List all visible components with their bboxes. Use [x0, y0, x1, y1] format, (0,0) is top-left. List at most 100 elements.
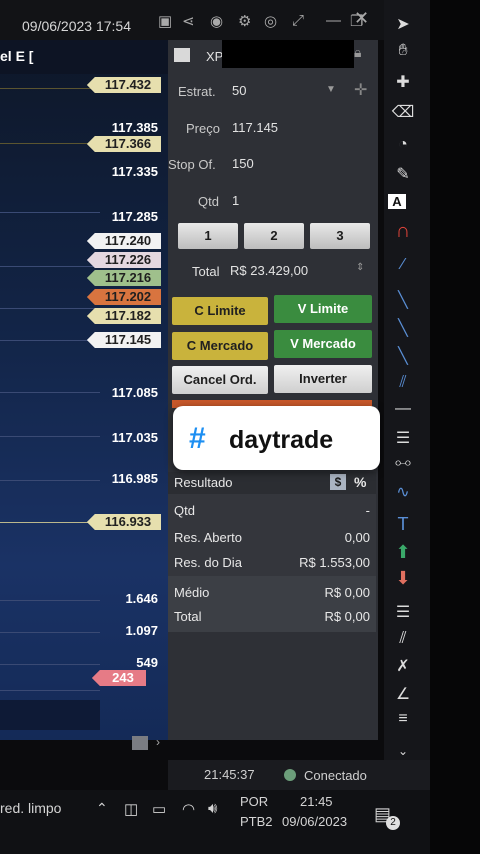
hashtag-overlay: # daytrade [173, 406, 380, 470]
hand-icon[interactable]: ✋︎ [384, 42, 422, 60]
magnet-icon[interactable]: ∩ [384, 220, 422, 243]
qty-2-button[interactable]: 2 [244, 223, 304, 249]
percent-toggle[interactable]: % [354, 474, 366, 490]
price-label: Preço [186, 121, 220, 136]
hash-symbol: # [189, 422, 206, 455]
sell-limit-button[interactable]: V Limite [274, 295, 372, 323]
range-icon[interactable]: ⧟ [384, 454, 422, 472]
tag-pointer [87, 233, 95, 249]
clock-date[interactable]: 09/06/2023 [282, 814, 347, 829]
price-tag: 117.182 [87, 308, 161, 324]
buy-market-button[interactable]: C Mercado [172, 332, 268, 360]
clear-channels-icon[interactable]: ⫽ [384, 630, 422, 648]
price-input[interactable]: 117.145 [232, 120, 278, 135]
scroll-right-icon[interactable]: › [156, 735, 160, 749]
notification-badge: 2 [386, 816, 400, 830]
magnet-icon-timer[interactable]: ◔ [384, 136, 422, 154]
arrow-up-icon[interactable]: ⬆ [384, 542, 422, 563]
chevron-down-icon[interactable]: ▼ [326, 84, 336, 95]
close-icon[interactable]: ✕ [354, 8, 369, 29]
total-label: Total [192, 264, 220, 279]
edit-icon[interactable]: ✎ [384, 164, 422, 184]
wave-icon[interactable]: ∿ [384, 482, 422, 502]
result-row: Res. Aberto 0,00 [174, 530, 370, 545]
volume-label: 1.646 [125, 591, 158, 606]
status-time: 21:45:37 [204, 767, 255, 782]
hashtag-text: daytrade [229, 426, 334, 454]
clear-fibonacci-icon[interactable]: ∠ [384, 684, 422, 704]
horizontal-line-icon[interactable]: — [384, 400, 422, 418]
settings-icon[interactable]: ⚙ [238, 12, 251, 30]
expand-icon[interactable]: ⤢ [292, 12, 304, 29]
tag-pointer [87, 514, 95, 530]
qty-3-button[interactable]: 3 [310, 223, 370, 249]
camera-icon[interactable]: ◎ [264, 12, 277, 30]
record-icon[interactable]: ◉ [210, 12, 223, 30]
sell-market-button[interactable]: V Mercado [274, 330, 372, 358]
screen-icon[interactable]: ▣ [158, 12, 172, 30]
datetime: 09/06/2023 17:54 [22, 18, 131, 34]
buy-limit-button[interactable]: C Limite [172, 297, 268, 325]
minimize-icon[interactable]: — [326, 12, 341, 29]
volume-tag: 243 [92, 670, 146, 686]
ray-icon[interactable]: ╲ [384, 346, 422, 366]
channel-icon[interactable]: ⫽ [384, 374, 422, 392]
battery-icon[interactable]: ▭ [152, 800, 166, 818]
text-style-icon[interactable]: A [388, 194, 406, 209]
tag-pointer [87, 270, 95, 286]
connection-dot-icon [284, 769, 296, 781]
stop-input[interactable]: 150 [232, 156, 254, 171]
strat-select[interactable]: 50 [232, 83, 246, 98]
price-label: 117.285 [111, 209, 158, 224]
strat-label: Estrat. [178, 84, 216, 99]
scroll-square[interactable] [132, 736, 148, 750]
results-panel: Resultado $ % Qtd - Res. Aberto 0,00 Res. … [168, 472, 376, 632]
network-name: red. limpo [0, 800, 62, 816]
list-icon[interactable]: ☰ [384, 602, 422, 622]
eraser-icon[interactable]: ⌫ [384, 102, 422, 122]
arrow-down-icon[interactable]: ⬇ [384, 568, 422, 589]
background-edge [430, 0, 480, 854]
qty-input[interactable]: 1 [232, 193, 239, 208]
result-row: Res. do Dia R$ 1.553,00 [174, 555, 370, 570]
segment-icon[interactable]: ╲ [384, 318, 422, 338]
chevron-up-icon[interactable]: ⌃ [96, 800, 108, 817]
price-label: 117.085 [111, 385, 158, 400]
price-label: 117.385 [111, 120, 158, 135]
fibonacci-icon[interactable]: ☰ [384, 428, 422, 448]
brush-icon[interactable]: ⁄ [384, 256, 422, 274]
crosshair-icon[interactable]: ✚ [384, 72, 422, 92]
language-code[interactable]: POR [240, 794, 268, 809]
order-panel: XP 🔒︎ Estrat. 50 ▼ ✛ Preço 117.145 Stop … [168, 40, 378, 740]
price-label: 117.035 [111, 430, 158, 445]
stepper-icon[interactable]: ⇕ [356, 262, 364, 273]
meet-icon[interactable]: ◫ [124, 800, 138, 818]
cancel-orders-button[interactable]: Cancel Ord. [172, 366, 268, 394]
volume-icon[interactable]: 🔊︎ [208, 800, 217, 817]
cursor-icon[interactable]: ➤ [384, 14, 422, 34]
share-icon[interactable]: ⋖ [182, 12, 195, 30]
wifi-icon[interactable]: ◠ [182, 800, 195, 818]
keyboard-layout[interactable]: PTB2 [240, 814, 273, 829]
qty-1-button[interactable]: 1 [178, 223, 238, 249]
tag-pointer [87, 289, 95, 305]
invert-position-button[interactable]: Inverter [274, 365, 372, 393]
line-icon[interactable]: ╲ [384, 290, 422, 310]
price-tag: 117.366 [87, 136, 161, 152]
lock-icon[interactable]: 🔒︎ [354, 44, 361, 61]
add-strategy-icon[interactable]: ✛ [354, 80, 367, 100]
total-value: R$ 23.429,00 [230, 263, 309, 278]
windows-taskbar: red. limpo ⌃ ◫ ▭ ◠ 🔊︎ POR PTB2 21:45 09/… [0, 790, 430, 854]
clear-lines-icon[interactable]: ✗ [384, 656, 422, 676]
clear-paint-icon[interactable]: ≡ [384, 710, 422, 728]
tag-pointer [87, 308, 95, 324]
text-tool-icon[interactable]: T [384, 514, 422, 535]
price-tag: 116.933 [87, 514, 161, 530]
title-bar: 09/06/2023 17:54 ▣ ⋖ ◉ ⚙ ◎ ⤢ — ❐ ✕ [0, 0, 430, 40]
clock-time[interactable]: 21:45 [300, 794, 333, 809]
price-label: 116.985 [111, 471, 158, 486]
price-tag: 117.240 [87, 233, 161, 249]
more-tools-icon[interactable]: ⌄ [384, 744, 422, 758]
redacted-box [222, 40, 354, 68]
currency-toggle[interactable]: $ [330, 474, 346, 490]
